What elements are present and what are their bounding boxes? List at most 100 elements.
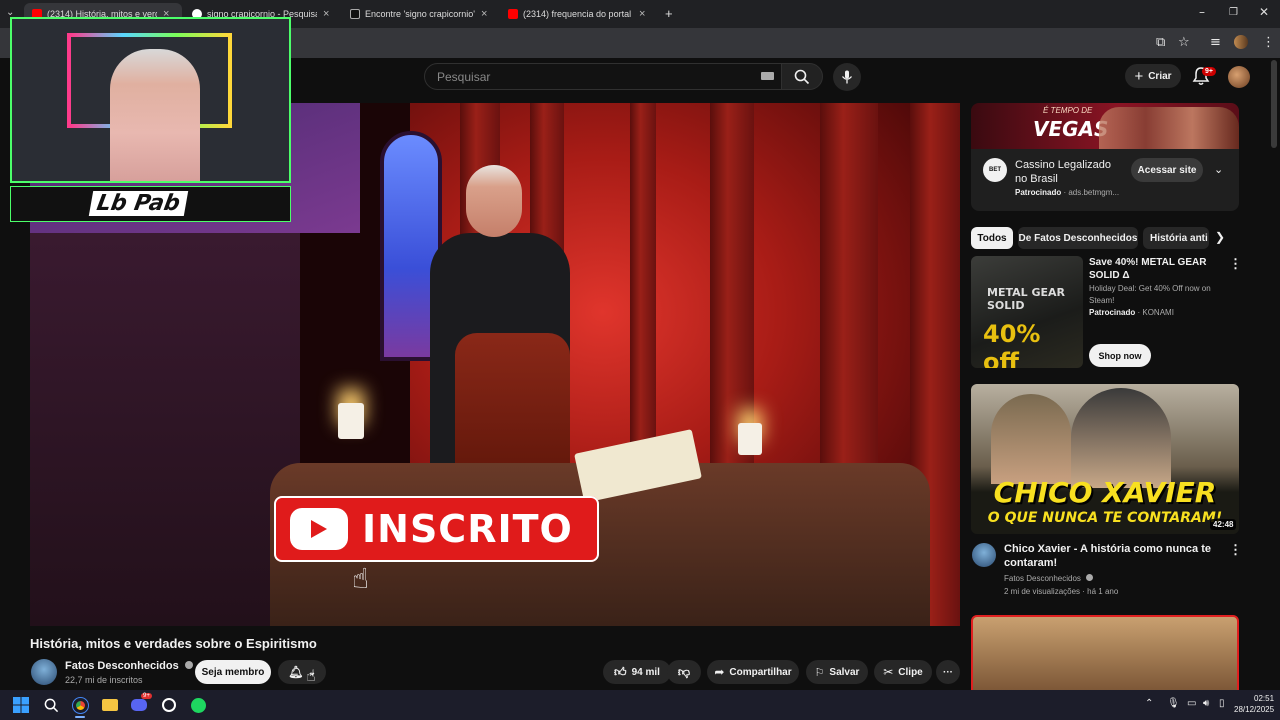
subscriber-count: 22,7 mi de inscritos xyxy=(65,675,143,685)
battery-icon[interactable]: ▯ xyxy=(1219,698,1225,709)
channel-name[interactable]: Fatos Desconhecidos xyxy=(65,660,193,672)
recommendation-channel-avatar[interactable] xyxy=(972,543,996,567)
browser-menu-icon[interactable]: ⋮ xyxy=(1262,35,1275,50)
promo-menu-icon[interactable]: ⋮ xyxy=(1229,256,1242,272)
recommendation-channel-text: Fatos Desconhecidos xyxy=(1004,574,1081,583)
taskbar-search-icon[interactable] xyxy=(41,696,61,714)
expand-chevron-icon[interactable]: ⌄ xyxy=(1214,163,1223,176)
bookmark-star-icon[interactable]: ☆ xyxy=(1178,35,1190,50)
promo-title[interactable]: Save 40%! METAL GEAR SOLID Δ xyxy=(1089,256,1224,282)
recommendation-thumbnail[interactable] xyxy=(971,615,1239,695)
tab-3[interactable]: (2314) frequencia do portal de × xyxy=(500,3,658,25)
recommendation-thumbnail[interactable]: CHICO XAVIER O QUE NUNCA TE CONTARAM! xyxy=(971,384,1239,534)
more-actions-button[interactable]: ··· xyxy=(936,660,960,684)
clip-button[interactable]: ✂ Clipe xyxy=(874,660,932,684)
search-input[interactable]: Pesquisar xyxy=(424,63,782,90)
install-app-icon[interactable]: ⧉ xyxy=(1156,35,1165,50)
verified-icon xyxy=(1086,574,1094,581)
ad-banner-image[interactable]: É TEMPO DE VEGAS xyxy=(971,103,1239,149)
subscribed-text: INSCRITO xyxy=(362,507,573,551)
bookshelf xyxy=(30,223,300,626)
promo-thumb-title: METAL GEAR SOLID xyxy=(987,286,1065,312)
tab-close-icon[interactable]: × xyxy=(481,8,487,20)
like-button[interactable]: 👍︎ 94 mil xyxy=(603,660,671,684)
thumbs-up-icon: 👍︎ xyxy=(614,664,627,679)
page-scrollbar[interactable] xyxy=(1271,60,1277,148)
system-clock[interactable]: 02:51 28/12/2025 xyxy=(1234,693,1274,715)
thumb-person xyxy=(1071,388,1171,488)
chevron-right-icon[interactable]: ❯ xyxy=(1215,230,1225,244)
restore-icon[interactable]: ❐ xyxy=(1229,7,1238,18)
tab-close-icon[interactable]: × xyxy=(323,8,329,20)
promo-advertiser: KONAMI xyxy=(1142,308,1174,317)
create-label: Criar xyxy=(1148,70,1172,82)
microphone-tray-icon[interactable]: 🎙︎ xyxy=(1167,698,1180,709)
recommendation-channel[interactable]: Fatos Desconhecidos xyxy=(1004,574,1094,583)
account-avatar[interactable] xyxy=(1228,66,1250,88)
keyboard-icon[interactable] xyxy=(761,72,774,80)
file-explorer-icon[interactable] xyxy=(100,696,120,714)
volume-icon[interactable]: 🔊︎ xyxy=(1203,698,1209,709)
chip-all[interactable]: Todos xyxy=(971,227,1013,249)
thumb-line2: O QUE NUNCA TE CONTARAM! xyxy=(987,510,1223,526)
share-label: Compartilhar xyxy=(729,666,792,678)
streamer xyxy=(110,49,200,181)
tab-title: Encontre 'signo crapicornio' no xyxy=(365,9,475,19)
subscribed-notifications-button[interactable]: 🔔︎ ⌄ xyxy=(278,660,326,684)
tray-chevron-up-icon[interactable]: ⌃ xyxy=(1145,698,1153,709)
join-member-button[interactable]: Seja membro xyxy=(195,660,271,684)
recommendation-meta: 2 mi de visualizações · há 1 ano xyxy=(1004,587,1119,596)
clip-label: Clipe xyxy=(898,666,923,678)
tab-title: (2314) frequencia do portal de xyxy=(523,9,633,19)
channel-avatar[interactable] xyxy=(31,659,57,685)
media-control-icon[interactable]: ≡ xyxy=(1210,35,1221,50)
bell-icon: 🔔︎ xyxy=(288,665,304,679)
minimize-icon[interactable]: – xyxy=(1199,5,1205,19)
candle xyxy=(338,403,364,439)
ad-title: Cassino Legalizado no Brasil xyxy=(1015,159,1112,185)
save-button[interactable]: ⚐ Salvar xyxy=(806,660,868,684)
hand-cursor-icon: ☝ xyxy=(352,562,370,595)
ad-banner-tagline: É TEMPO DE xyxy=(1043,106,1093,115)
save-label: Salvar xyxy=(829,666,860,678)
recommendation-title[interactable]: Chico Xavier - A história como nunca te … xyxy=(1004,542,1224,570)
shop-now-button[interactable]: Shop now xyxy=(1089,344,1151,367)
webcam-overlay xyxy=(10,17,291,183)
thumb-person xyxy=(991,394,1071,484)
streamer-name-banner: Lb Pab xyxy=(10,186,291,222)
obs-icon[interactable] xyxy=(159,696,179,714)
chrome-taskbar-icon[interactable] xyxy=(70,696,90,714)
bookmark-icon: ⚐ xyxy=(814,665,825,679)
promo-thumb-sale: 40% off xyxy=(983,320,1041,368)
active-app-indicator xyxy=(75,716,85,718)
subscribed-animation-overlay: INSCRITO xyxy=(274,496,599,562)
discord-badge: 9+ xyxy=(141,693,152,699)
search-icon xyxy=(794,69,810,84)
chip-channel[interactable]: De Fatos Desconhecidos xyxy=(1018,227,1138,249)
thumbs-down-icon: 👎︎ xyxy=(677,664,691,679)
tab-2[interactable]: Encontre 'signo crapicornio' no × xyxy=(342,3,500,25)
youtube-favicon-icon xyxy=(508,9,518,19)
profile-avatar-icon[interactable] xyxy=(1234,35,1248,49)
recommendation-menu-icon[interactable]: ⋮ xyxy=(1229,542,1242,558)
promo-description: Holiday Deal: Get 40% Off now on Steam! xyxy=(1089,284,1211,305)
ad-meta: Patrocinado · ads.betmgm... xyxy=(1015,188,1119,197)
promo-sponsored-label: Patrocinado xyxy=(1089,308,1136,317)
share-button[interactable]: ➦ Compartilhar xyxy=(707,660,799,684)
create-button[interactable]: + Criar xyxy=(1125,64,1181,88)
voice-search-button[interactable] xyxy=(833,63,861,91)
chip-history[interactable]: História anti xyxy=(1143,227,1209,249)
spotify-icon[interactable] xyxy=(188,696,208,714)
candle xyxy=(738,423,762,455)
windows-start-icon[interactable] xyxy=(11,696,31,714)
network-icon[interactable]: ▭ xyxy=(1187,698,1196,709)
search-button[interactable] xyxy=(781,63,823,90)
visit-site-button[interactable]: Acessar site xyxy=(1131,158,1203,182)
promo-thumbnail[interactable]: METAL GEAR SOLID 40% off xyxy=(971,256,1083,368)
dislike-button[interactable]: 👎︎ xyxy=(667,660,701,684)
video-title: História, mitos e verdades sobre o Espir… xyxy=(30,636,317,651)
new-tab-button[interactable]: + xyxy=(665,6,673,21)
close-window-icon[interactable]: ✕ xyxy=(1259,5,1269,19)
channel-name-text: Fatos Desconhecidos xyxy=(65,660,179,672)
tab-close-icon[interactable]: × xyxy=(639,8,645,20)
